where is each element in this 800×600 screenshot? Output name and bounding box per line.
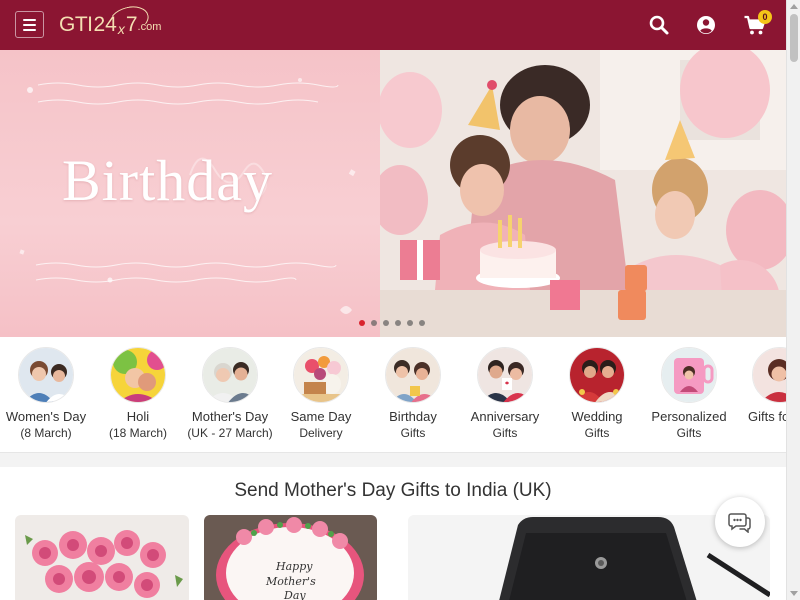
category-label: Holi [126,409,150,424]
same-day-delivery-image [293,347,349,403]
wedding-gifts-image [569,347,625,403]
search-icon[interactable] [647,13,671,37]
category-label: Women's Day [5,409,87,424]
user-icon[interactable] [694,13,718,37]
gifts-for-image [752,347,786,403]
page-scrollbar[interactable] [786,0,800,600]
banner-dot-3[interactable] [383,320,389,326]
site-logo[interactable]: GTI 24 x 7 .com [59,2,161,43]
category-sublabel: (UK - 27 March) [187,426,273,440]
section-title: Send Mother's Day Gifts to India (UK) [234,480,552,501]
banner-dot-6[interactable] [419,320,425,326]
product-card-roses[interactable] [15,515,189,600]
category-label: Personalized [651,409,727,424]
cake-image: Happy Mother's Day [204,515,377,600]
category-personalized-gifts[interactable]: Personalized Gifts [643,347,735,441]
roses-image [15,515,189,600]
category-sublabel: Gifts [400,426,426,440]
category-womens-day[interactable]: Women's Day (8 March) [0,347,92,441]
main-section: Send Mother's Day Gifts to India (UK) Ha… [0,467,786,600]
anniversary-gifts-image [477,347,533,403]
chat-icon [728,513,751,533]
category-gifts-for[interactable]: Gifts fo [734,347,786,425]
personalized-gifts-image [661,347,717,403]
scroll-up-arrow-icon[interactable] [790,4,798,9]
banner-dot-4[interactable] [395,320,401,326]
category-birthday-gifts[interactable]: Birthday Gifts [367,347,459,441]
category-sublabel: Gifts [492,426,518,440]
banner-dot-1[interactable] [359,320,365,326]
womens-day-image [18,347,74,403]
scrollbar-thumb[interactable] [790,14,798,62]
banner-photo [380,50,786,337]
category-label: Mother's Day [191,409,269,424]
category-sublabel: Gifts [584,426,610,440]
holi-image [110,347,166,403]
mothers-day-image [202,347,258,403]
banner-dot-2[interactable] [371,320,377,326]
category-sublabel: (18 March) [108,426,167,440]
svg-text:Day: Day [283,589,306,600]
category-label: Gifts fo [748,409,786,424]
category-label: Anniversary [470,409,540,424]
category-same-day-delivery[interactable]: Same Day Delivery [275,347,367,441]
cart-count-badge: 0 [758,10,772,24]
product-card-cake[interactable]: Happy Mother's Day [204,515,377,600]
chat-button[interactable] [715,497,765,547]
top-header: GTI 24 x 7 .com 0 [0,0,786,50]
banner-title: Birthday [62,148,273,213]
category-sublabel: Gifts [676,426,702,440]
logo-text-main: GTI [59,13,93,36]
svg-text:Mother's: Mother's [265,575,316,588]
category-label: Wedding [571,409,623,424]
category-holi[interactable]: Holi (18 March) [92,347,184,441]
category-strip: Women's Day (8 March) Holi (18 March) Mo… [0,337,786,453]
hero-banner[interactable]: Birthday [0,50,786,337]
category-sublabel: Delivery [299,426,343,440]
banner-dot-5[interactable] [407,320,413,326]
scroll-down-arrow-icon[interactable] [790,591,798,596]
menu-button[interactable] [15,11,44,38]
category-anniversary-gifts[interactable]: Anniversary Gifts [459,347,551,441]
banner-pagination [359,320,425,326]
category-label: Same Day [290,409,352,424]
category-wedding-gifts[interactable]: Wedding Gifts [551,347,643,441]
menu-icon [23,18,36,21]
birthday-gifts-image [385,347,441,403]
category-label: Birthday [389,409,437,424]
svg-text:Happy: Happy [275,560,313,573]
category-sublabel: (8 March) [20,426,72,440]
category-mothers-day[interactable]: Mother's Day (UK - 27 March) [184,347,276,441]
birthday-photo-image [380,50,786,337]
